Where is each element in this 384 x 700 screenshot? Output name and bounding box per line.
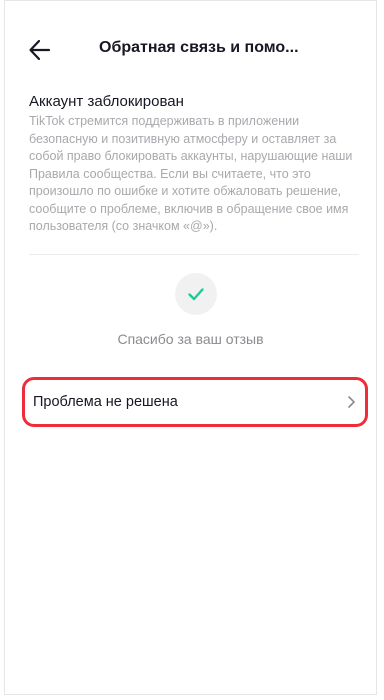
checkmark-icon bbox=[188, 288, 204, 301]
arrow-left-icon bbox=[29, 39, 51, 61]
section-title: Аккаунт заблокирован bbox=[29, 93, 184, 110]
chevron-right-icon bbox=[345, 395, 357, 409]
back-button[interactable] bbox=[27, 37, 53, 63]
page-title: Обратная связь и помо... bbox=[99, 39, 299, 56]
thanks-message: Спасибо за ваш отзыв bbox=[117, 331, 264, 347]
problem-row-label: Проблема не решена bbox=[33, 394, 178, 410]
divider bbox=[29, 254, 359, 255]
problem-not-solved-button[interactable]: Проблема не решена bbox=[22, 377, 368, 427]
success-indicator bbox=[175, 273, 217, 315]
description-text: TikTok стремится поддерживать в приложен… bbox=[29, 114, 353, 233]
app-screen: Обратная связь и помо... Аккаунт заблоки… bbox=[4, 0, 377, 695]
header: Обратная связь и помо... bbox=[5, 1, 376, 98]
